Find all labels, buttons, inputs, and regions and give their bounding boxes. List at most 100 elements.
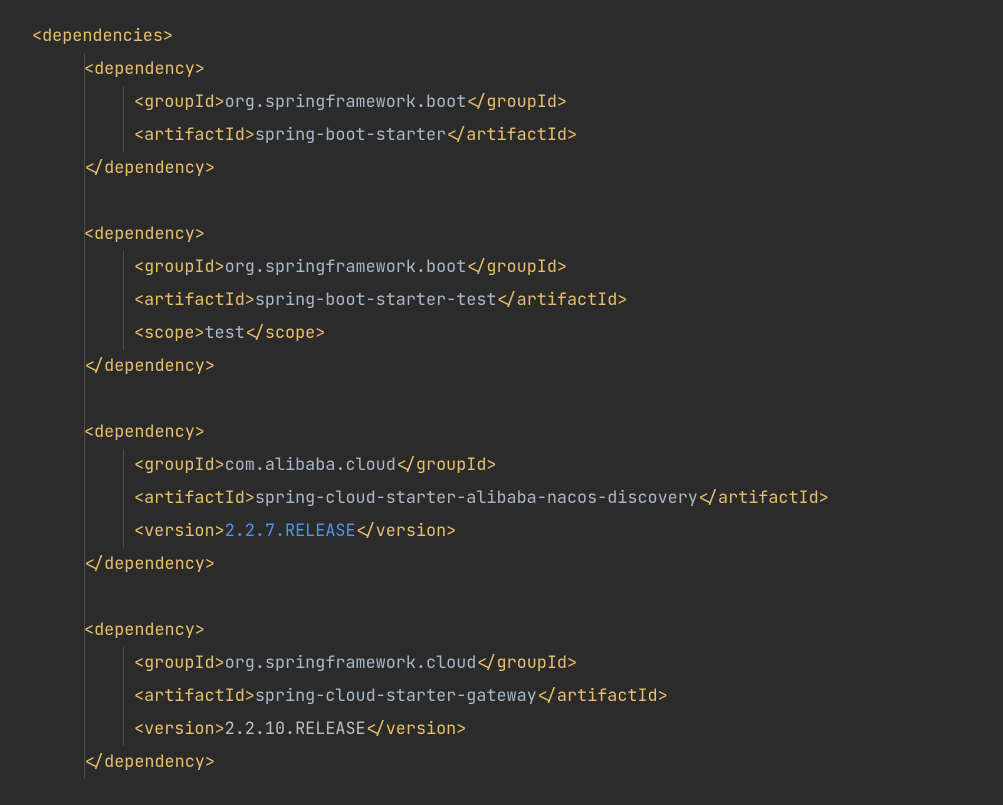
line-content: </dependency> xyxy=(84,355,215,377)
xml-tag: <dependency> xyxy=(84,619,205,641)
xml-leaf-groupId: <groupId>com.alibaba.cloud</groupId> xyxy=(0,449,1003,482)
xml-leaf-artifactId: <artifactId>spring-boot-starter</artifac… xyxy=(0,119,1003,152)
indent-guide xyxy=(123,449,124,482)
xml-tag: </dependency> xyxy=(84,553,215,575)
indent-guide xyxy=(84,251,85,284)
xml-leaf-artifactId: <artifactId>spring-boot-starter-test</ar… xyxy=(0,284,1003,317)
line-content: <artifactId>spring-boot-starter-test</ar… xyxy=(134,289,627,311)
xml-tag: </artifactId> xyxy=(496,289,627,311)
xml-tag: </artifactId> xyxy=(698,487,829,509)
xml-text: 2.2.10.RELEASE xyxy=(225,718,366,740)
xml-text: test xyxy=(204,322,244,344)
line-content: <artifactId>spring-boot-starter</artifac… xyxy=(134,124,577,146)
dependency-close: </dependency> xyxy=(0,746,1003,779)
xml-leaf-groupId: <groupId>org.springframework.cloud</grou… xyxy=(0,647,1003,680)
indent-guide xyxy=(84,152,85,185)
xml-tag: <groupId> xyxy=(134,91,225,113)
xml-text: org.springframework.cloud xyxy=(225,652,477,674)
xml-tag: <dependencies> xyxy=(32,25,173,47)
line-content: <dependencies> xyxy=(32,25,173,47)
indent-guide xyxy=(123,713,124,746)
indent-guide xyxy=(84,284,85,317)
indent-guide xyxy=(123,284,124,317)
line-content: <artifactId>spring-cloud-starter-alibaba… xyxy=(134,487,829,509)
line-content: </dependency> xyxy=(84,751,215,773)
indent-guide xyxy=(84,53,85,86)
line-content: </dependency> xyxy=(84,553,215,575)
line-content: <version>2.2.10.RELEASE</version> xyxy=(134,718,466,740)
line-content: <version>2.2.7.RELEASE</version> xyxy=(134,520,456,542)
xml-tag: <dependency> xyxy=(84,223,205,245)
indent-guide xyxy=(84,218,85,251)
indent-guide xyxy=(84,383,85,416)
indent-guide xyxy=(84,119,85,152)
indent-guide xyxy=(123,251,124,284)
xml-tag: </groupId> xyxy=(466,91,567,113)
blank-line xyxy=(0,581,1003,614)
indent-guide xyxy=(123,515,124,548)
indent-guide xyxy=(123,482,124,515)
xml-tag: </groupId> xyxy=(466,256,567,278)
xml-text: org.springframework.boot xyxy=(225,91,467,113)
xml-text: spring-cloud-starter-gateway xyxy=(255,685,537,707)
indent-guide xyxy=(123,86,124,119)
xml-tag: <groupId> xyxy=(134,256,225,278)
dependency-open: <dependency> xyxy=(0,218,1003,251)
xml-leaf-groupId: <groupId>org.springframework.boot</group… xyxy=(0,251,1003,284)
line-content: <scope>test</scope> xyxy=(134,322,325,344)
xml-leaf-groupId: <groupId>org.springframework.boot</group… xyxy=(0,86,1003,119)
xml-tag: <artifactId> xyxy=(134,685,255,707)
xml-tag: <artifactId> xyxy=(134,289,255,311)
line-content: <dependency> xyxy=(84,619,205,641)
xml-text: org.springframework.boot xyxy=(225,256,467,278)
xml-text: spring-boot-starter-test xyxy=(255,289,497,311)
xml-tag: </artifactId> xyxy=(446,124,577,146)
line-content: <dependency> xyxy=(84,58,205,80)
xml-tag: <version> xyxy=(134,718,225,740)
dependency-close: </dependency> xyxy=(0,152,1003,185)
indent-guide xyxy=(84,482,85,515)
indent-guide xyxy=(84,713,85,746)
xml-tag: <dependency> xyxy=(84,58,205,80)
indent-guide xyxy=(84,746,85,779)
xml-tag: <groupId> xyxy=(134,652,225,674)
line-content: <groupId>org.springframework.boot</group… xyxy=(134,256,567,278)
xml-tag: </dependency> xyxy=(84,751,215,773)
xml-leaf-version: <version>2.2.7.RELEASE</version> xyxy=(0,515,1003,548)
indent-guide xyxy=(123,647,124,680)
blank-line xyxy=(0,185,1003,218)
indent-guide xyxy=(84,86,85,119)
indent-guide xyxy=(123,680,124,713)
xml-leaf-scope: <scope>test</scope> xyxy=(0,317,1003,350)
indent-guide xyxy=(84,581,85,614)
xml-tag: </version> xyxy=(356,520,457,542)
line-content: <artifactId>spring-cloud-starter-gateway… xyxy=(134,685,668,707)
indent-guide xyxy=(84,317,85,350)
indent-guide xyxy=(84,614,85,647)
xml-tag: </groupId> xyxy=(396,454,497,476)
indent-guide xyxy=(84,515,85,548)
xml-tag: </scope> xyxy=(245,322,326,344)
line-content: <dependency> xyxy=(84,223,205,245)
indent-guide xyxy=(84,185,85,218)
xml-tag: </dependency> xyxy=(84,355,215,377)
xml-tag: <version> xyxy=(134,520,225,542)
xml-tag: </dependency> xyxy=(84,157,215,179)
xml-text: 2.2.7.RELEASE xyxy=(225,520,356,542)
line-content: <groupId>org.springframework.boot</group… xyxy=(134,91,567,113)
indent-guide xyxy=(84,449,85,482)
line-content: <dependency> xyxy=(84,421,205,443)
xml-text: com.alibaba.cloud xyxy=(225,454,396,476)
xml-text: spring-boot-starter xyxy=(255,124,446,146)
xml-tag: <dependency> xyxy=(84,421,205,443)
line-content: <groupId>com.alibaba.cloud</groupId> xyxy=(134,454,497,476)
blank-line xyxy=(0,383,1003,416)
xml-leaf-version: <version>2.2.10.RELEASE</version> xyxy=(0,713,1003,746)
line-content: <groupId>org.springframework.cloud</grou… xyxy=(134,652,577,674)
xml-text: spring-cloud-starter-alibaba-nacos-disco… xyxy=(255,487,698,509)
xml-code-viewer: <dependencies><dependency><groupId>org.s… xyxy=(0,0,1003,779)
xml-tag: <scope> xyxy=(134,322,204,344)
dependency-open: <dependency> xyxy=(0,416,1003,449)
line-content: </dependency> xyxy=(84,157,215,179)
xml-tag: <artifactId> xyxy=(134,487,255,509)
